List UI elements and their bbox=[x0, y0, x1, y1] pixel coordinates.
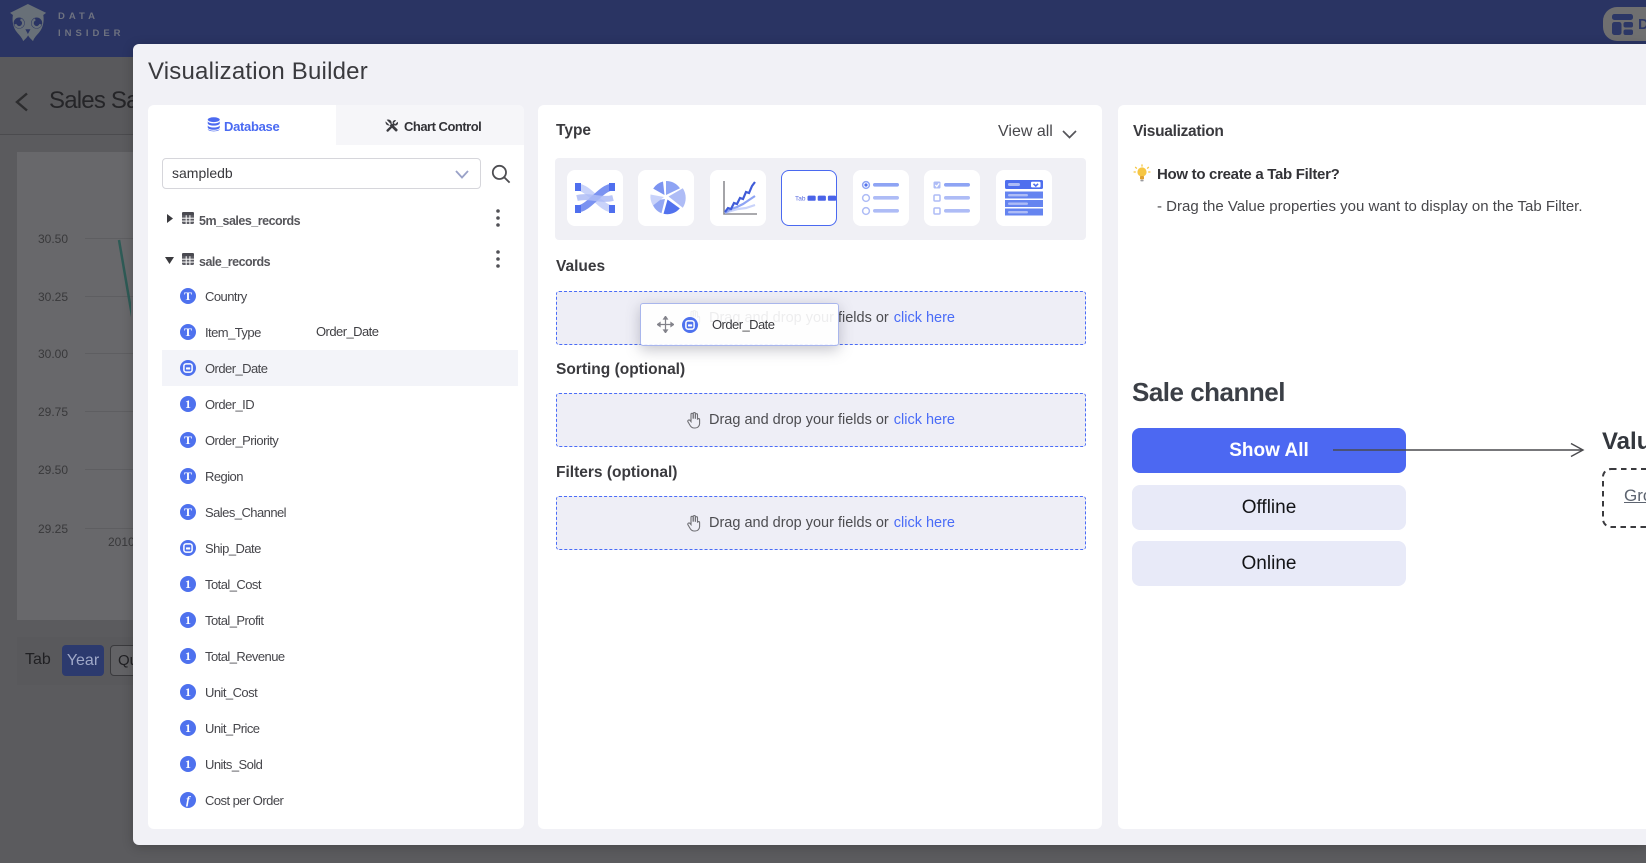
svg-text:Tab: Tab bbox=[795, 196, 806, 203]
